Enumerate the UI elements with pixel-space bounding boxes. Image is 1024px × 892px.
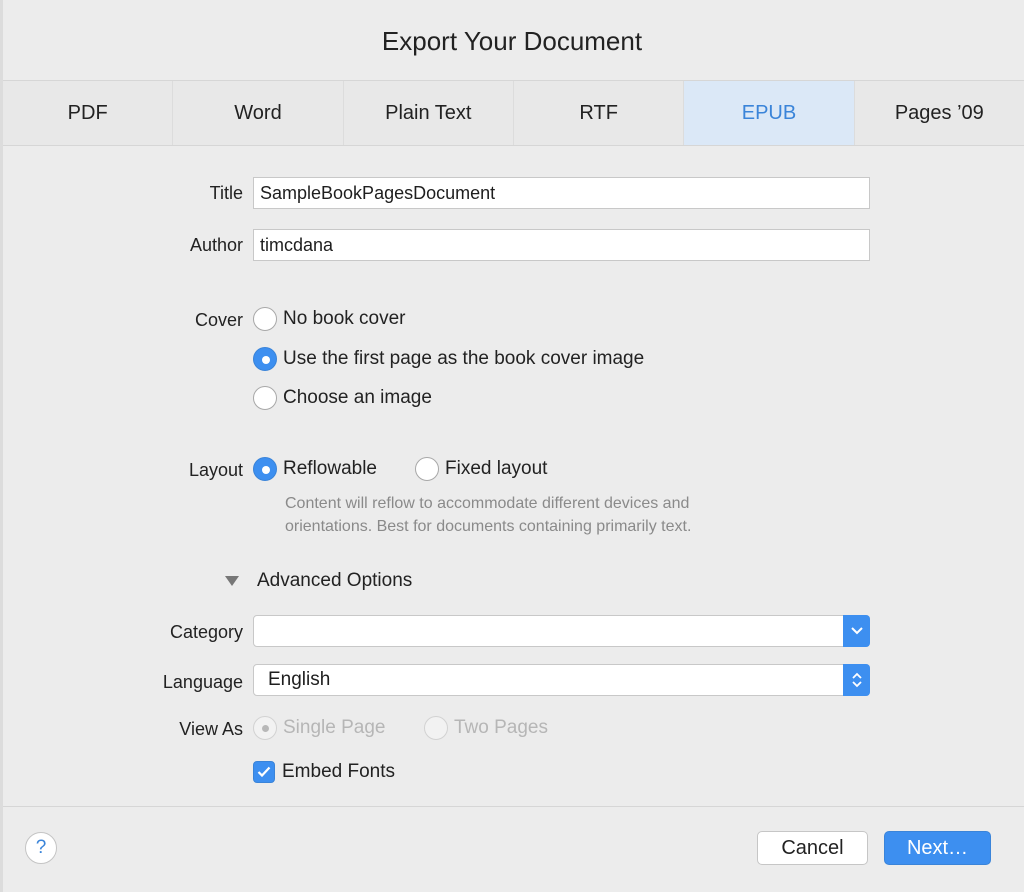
- dialog-title: Export Your Document: [381, 26, 643, 56]
- tab-epub[interactable]: EPUB: [684, 81, 855, 145]
- checkmark-icon[interactable]: [253, 761, 275, 783]
- cover-label: Cover: [194, 310, 243, 330]
- layout-help-text: Content will reflow to accommodate diffe…: [285, 492, 691, 538]
- radio-icon[interactable]: [253, 307, 277, 331]
- tab-rtf[interactable]: RTF: [514, 81, 685, 145]
- embed-fonts-label: Embed Fonts: [282, 761, 395, 782]
- view-as-label: View As: [179, 719, 243, 739]
- language-select[interactable]: English: [253, 664, 870, 696]
- author-label: Author: [189, 235, 243, 255]
- view-as-single-page: Single Page: [253, 716, 385, 740]
- disclosure-triangle-icon[interactable]: [225, 576, 239, 586]
- tab-pages-09[interactable]: Pages ’09: [855, 81, 1024, 145]
- layout-help-line: Content will reflow to accommodate diffe…: [285, 495, 690, 512]
- layout-option-reflowable[interactable]: Reflowable: [253, 457, 377, 481]
- export-dialog: Export Your Document PDF Word Plain Text…: [0, 0, 1024, 892]
- title-field[interactable]: SampleBookPagesDocument: [253, 177, 870, 209]
- layout-help-line: orientations. Best for documents contain…: [285, 518, 692, 535]
- layout-option-fixed[interactable]: Fixed layout: [415, 457, 547, 481]
- tab-pdf[interactable]: PDF: [3, 81, 174, 145]
- tab-word[interactable]: Word: [173, 81, 344, 145]
- radio-selected-icon[interactable]: [253, 347, 277, 371]
- format-tab-bar: PDF Word Plain Text RTF EPUB Pages ’09: [3, 80, 1024, 146]
- cancel-button[interactable]: Cancel: [757, 831, 868, 865]
- cover-option-label: No book cover: [283, 308, 406, 329]
- view-as-option-label: Two Pages: [454, 717, 548, 738]
- radio-selected-icon[interactable]: [253, 457, 277, 481]
- cover-option-none[interactable]: No book cover: [253, 307, 406, 331]
- updown-chevron-icon[interactable]: [843, 664, 870, 696]
- chevron-down-icon[interactable]: [843, 615, 870, 647]
- tab-plain-text[interactable]: Plain Text: [344, 81, 514, 145]
- radio-disabled-selected-icon: [253, 716, 277, 740]
- title-label: Title: [209, 183, 243, 203]
- embed-fonts-checkbox[interactable]: Embed Fonts: [253, 761, 395, 783]
- advanced-options-disclosure[interactable]: Advanced Options: [225, 570, 412, 592]
- radio-icon[interactable]: [415, 457, 439, 481]
- help-button[interactable]: ?: [25, 832, 57, 864]
- layout-label: Layout: [188, 460, 243, 480]
- cover-option-choose-image[interactable]: Choose an image: [253, 386, 432, 410]
- cover-option-first-page[interactable]: Use the first page as the book cover ima…: [253, 347, 644, 371]
- language-label: Language: [162, 672, 243, 692]
- language-value: English: [268, 669, 331, 690]
- view-as-option-label: Single Page: [283, 717, 386, 738]
- next-button[interactable]: Next…: [884, 831, 991, 865]
- footer-divider: [3, 806, 1024, 807]
- cover-option-label: Choose an image: [283, 387, 432, 408]
- layout-option-label: Reflowable: [283, 458, 377, 479]
- view-as-two-pages: Two Pages: [424, 716, 548, 740]
- category-label: Category: [169, 622, 243, 642]
- advanced-options-label: Advanced Options: [257, 570, 413, 591]
- author-field[interactable]: timcdana: [253, 229, 870, 261]
- radio-disabled-icon: [424, 716, 448, 740]
- radio-icon[interactable]: [253, 386, 277, 410]
- layout-option-label: Fixed layout: [445, 458, 548, 479]
- cover-option-label: Use the first page as the book cover ima…: [283, 348, 645, 369]
- category-select[interactable]: [253, 615, 870, 647]
